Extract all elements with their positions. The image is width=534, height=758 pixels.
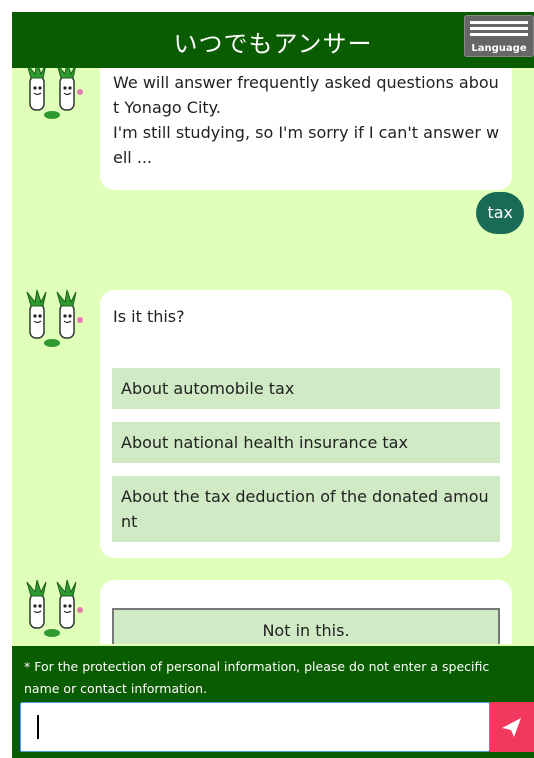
- message-input[interactable]: [20, 702, 490, 752]
- suggestion-option[interactable]: About national health insurance tax: [112, 422, 500, 463]
- menu-line-icon: [470, 27, 528, 30]
- language-button[interactable]: Language: [464, 15, 534, 57]
- suggestion-option[interactable]: About the tax deduction of the donated a…: [112, 476, 500, 542]
- menu-line-icon: [470, 21, 528, 24]
- paper-plane-icon: [502, 718, 521, 737]
- bot-message-welcome: We will answer frequently asked question…: [100, 68, 512, 190]
- suggestion-option[interactable]: About automobile tax: [112, 368, 500, 409]
- language-label: Language: [471, 43, 527, 54]
- app-title: いつでもアンサー: [173, 30, 373, 58]
- not-in-this-button[interactable]: Not in this.: [112, 608, 500, 644]
- bot-message-fallback: Not in this.: [100, 580, 512, 644]
- header-bar: いつでもアンサー Language: [12, 12, 534, 68]
- reply-prompt: Is it this?: [113, 307, 185, 326]
- bot-message-suggestions: Is it this? About automobile tax About n…: [100, 290, 512, 558]
- chat-window: いつでもアンサー Language We will answer frequen…: [12, 12, 534, 758]
- mascot-avatar-icon: [26, 290, 83, 347]
- mascot-avatar-icon: [26, 580, 83, 637]
- user-message-bubble: tax: [476, 192, 524, 234]
- welcome-text: We will answer frequently asked question…: [113, 73, 500, 167]
- text-caret: [37, 715, 39, 739]
- menu-line-icon: [470, 33, 528, 36]
- input-footer: * For the protection of personal informa…: [12, 646, 534, 758]
- send-button[interactable]: [490, 702, 534, 752]
- privacy-notice: * For the protection of personal informa…: [24, 659, 490, 696]
- mascot-avatar-icon: [27, 68, 83, 119]
- chat-log[interactable]: We will answer frequently asked question…: [12, 68, 534, 644]
